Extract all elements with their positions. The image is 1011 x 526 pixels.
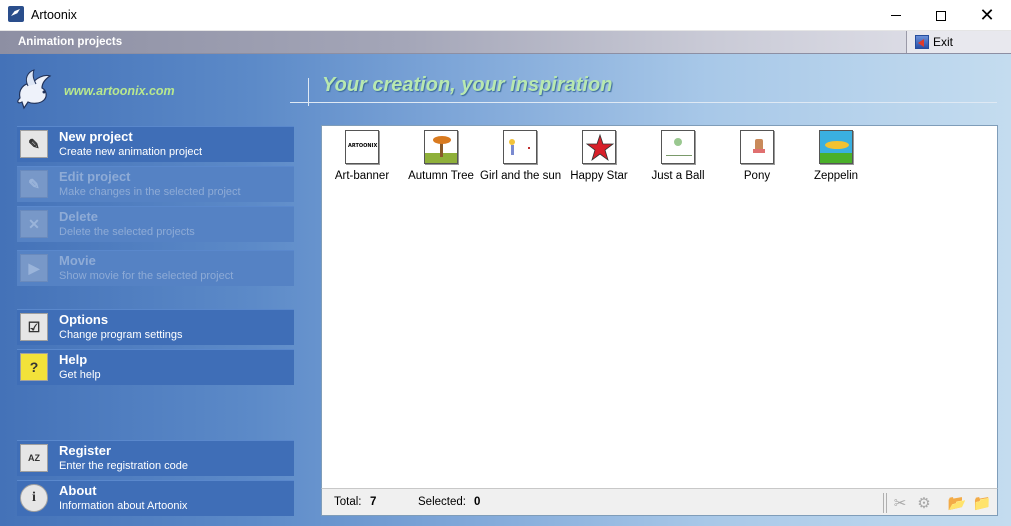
status-separator: [883, 493, 884, 513]
menu-about[interactable]: i About Information about Artoonix: [17, 480, 294, 516]
new-project-icon: ✎: [20, 130, 48, 158]
menu-desc: Information about Artoonix: [59, 500, 188, 512]
status-bar: Total: 7 Selected: 0 ✂ ⚙ 📂 📁: [321, 488, 998, 516]
selected-label: Selected:: [418, 496, 466, 508]
website-url: www.artoonix.com: [64, 84, 175, 98]
menu-title: Movie: [59, 253, 96, 268]
title-bar: Artoonix ✕: [0, 0, 1011, 31]
options-icon: ☑: [20, 313, 48, 341]
project-item[interactable]: Zeppelin: [796, 130, 876, 182]
movie-icon: ▶: [20, 254, 48, 282]
project-name: Pony: [743, 170, 771, 182]
menu-desc: Show movie for the selected project: [59, 270, 234, 282]
project-thumbnail: [740, 130, 774, 164]
delete-icon: ✕: [20, 210, 48, 238]
menu-desc: Change program settings: [59, 329, 183, 341]
edit-project-icon: ✎: [20, 170, 48, 198]
project-item[interactable]: Autumn Tree: [401, 130, 481, 182]
menu-edit-project[interactable]: ✎ Edit project Make changes in the selec…: [17, 166, 294, 202]
menu-title: Edit project: [59, 169, 131, 184]
star-thumb-icon: [585, 133, 615, 162]
total-label: Total:: [334, 496, 362, 508]
about-icon: i: [20, 484, 48, 512]
maximize-button[interactable]: [918, 0, 964, 31]
window-title: Artoonix: [31, 8, 77, 22]
project-name: Art-banner: [334, 170, 390, 182]
menu-title: About: [59, 483, 97, 498]
slogan-divider-horizontal: [290, 102, 997, 103]
menu-register[interactable]: AZ Register Enter the registration code: [17, 440, 294, 476]
project-name: Girl and the sun: [480, 170, 562, 182]
project-thumbnail: [424, 130, 458, 164]
artoonix-app-icon: [8, 6, 24, 22]
project-item[interactable]: Just a Ball: [638, 130, 718, 182]
header-title: Animation projects: [18, 36, 123, 48]
slogan: Your creation, your inspiration: [322, 74, 613, 96]
exit-label: Exit: [933, 35, 954, 49]
menu-desc: Delete the selected projects: [59, 226, 195, 238]
main-area: www.artoonix.com Your creation, your ins…: [0, 54, 1011, 526]
menu-desc: Get help: [59, 369, 101, 381]
maximize-icon: [936, 10, 946, 21]
menu-help[interactable]: ? Help Get help: [17, 349, 294, 385]
menu-title: Register: [59, 443, 112, 458]
menu-title: Help: [59, 352, 88, 367]
project-thumbnail: [582, 130, 616, 164]
project-name: Autumn Tree: [408, 170, 474, 182]
close-button[interactable]: ✕: [964, 0, 1010, 31]
exit-icon: [915, 35, 929, 49]
menu-desc: Create new animation project: [59, 146, 203, 158]
menu-desc: Enter the registration code: [59, 460, 189, 472]
help-icon: ?: [20, 353, 48, 381]
import-folder-icon[interactable]: 📂: [947, 493, 967, 513]
menu-title: New project: [59, 129, 133, 144]
art-banner-thumb-text: ARTOONIX: [348, 143, 378, 149]
project-name: Just a Ball: [651, 170, 705, 182]
exit-button[interactable]: Exit: [906, 31, 1011, 53]
project-item[interactable]: Pony: [717, 130, 797, 182]
close-icon: ✕: [979, 5, 995, 26]
pegasus-logo-icon: [17, 69, 52, 110]
brand-area: www.artoonix.com: [14, 68, 284, 114]
disabled-settings-icon[interactable]: ⚙: [914, 493, 934, 513]
menu-title: Delete: [59, 209, 99, 224]
project-thumbnail: [661, 130, 695, 164]
project-thumbnail: ARTOONIX: [345, 130, 379, 164]
project-item[interactable]: Happy Star: [559, 130, 639, 182]
menu-title: Options: [59, 312, 109, 327]
total-count: 7: [370, 496, 377, 508]
status-separator: [886, 493, 887, 513]
minimize-icon: [891, 15, 901, 16]
project-name: Happy Star: [570, 170, 628, 182]
project-thumbnail: [819, 130, 853, 164]
project-name: Zeppelin: [813, 170, 859, 182]
project-list[interactable]: ARTOONIX Art-banner Autumn Tree Girl and…: [321, 125, 998, 489]
minimize-button[interactable]: [873, 0, 919, 31]
cut-icon[interactable]: ✂: [890, 493, 910, 513]
register-icon: AZ: [20, 444, 48, 472]
header-bar: Animation projects Exit: [0, 31, 1011, 54]
project-item[interactable]: Girl and the sun: [480, 130, 562, 182]
menu-options[interactable]: ☑ Options Change program settings: [17, 309, 294, 345]
menu-desc: Make changes in the selected project: [59, 186, 241, 198]
menu-delete[interactable]: ✕ Delete Delete the selected projects: [17, 206, 294, 242]
project-item[interactable]: ARTOONIX Art-banner: [322, 130, 402, 182]
selected-count: 0: [474, 496, 481, 508]
menu-movie[interactable]: ▶ Movie Show movie for the selected proj…: [17, 250, 294, 286]
menu-new-project[interactable]: ✎ New project Create new animation proje…: [17, 126, 294, 162]
project-thumbnail: [503, 130, 537, 164]
export-folder-icon[interactable]: 📁: [972, 493, 992, 513]
